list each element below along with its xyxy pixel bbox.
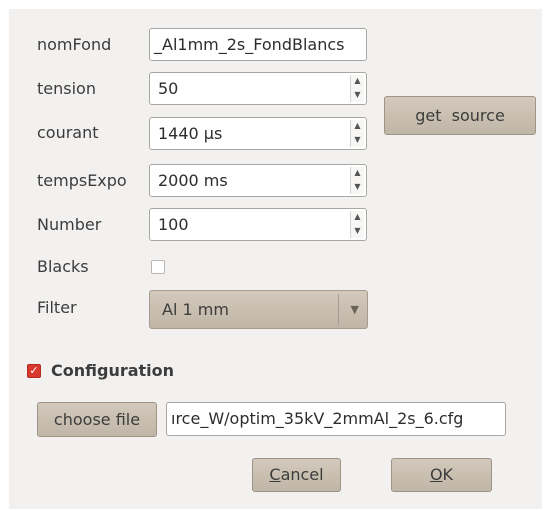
get-source-button[interactable]: get source bbox=[384, 96, 536, 135]
config-file-path-value: ırce_W/optim_35kV_2mmAl_2s_6.cfg bbox=[171, 409, 464, 428]
spin-down-icon[interactable]: ▼ bbox=[351, 181, 364, 195]
number-value: 100 bbox=[158, 215, 189, 234]
nomfond-value: _Al1mm_2s_FondBlancs bbox=[154, 35, 345, 54]
cancel-button[interactable]: Cancel bbox=[252, 458, 341, 492]
tempsexpo-spinbox[interactable]: 2000 ms ▲ ▼ bbox=[149, 164, 367, 197]
courant-spinbox[interactable]: 1440 µs ▲ ▼ bbox=[149, 117, 367, 150]
spin-up-icon[interactable]: ▲ bbox=[351, 75, 364, 89]
ok-button[interactable]: OK bbox=[391, 458, 492, 492]
nomfond-label: nomFond bbox=[37, 35, 112, 54]
nomfond-input[interactable]: _Al1mm_2s_FondBlancs bbox=[149, 28, 367, 61]
tension-value: 50 bbox=[158, 79, 179, 98]
tempsexpo-spin-buttons: ▲ ▼ bbox=[350, 167, 364, 194]
number-spin-buttons: ▲ ▼ bbox=[350, 211, 364, 238]
spin-up-icon[interactable]: ▲ bbox=[351, 120, 364, 134]
tempsexpo-value: 2000 ms bbox=[158, 171, 228, 190]
choose-file-label: choose file bbox=[53, 410, 141, 429]
spin-up-icon[interactable]: ▲ bbox=[351, 167, 364, 181]
configuration-label: Configuration bbox=[51, 361, 175, 380]
dropdown-separator bbox=[338, 294, 339, 325]
tension-spin-buttons: ▲ ▼ bbox=[350, 75, 364, 102]
filter-label: Filter bbox=[37, 298, 77, 317]
courant-value: 1440 µs bbox=[158, 124, 223, 143]
courant-label: courant bbox=[37, 123, 99, 142]
config-file-path-input[interactable]: ırce_W/optim_35kV_2mmAl_2s_6.cfg bbox=[166, 402, 506, 436]
filter-selected-value: Al 1 mm bbox=[162, 300, 229, 319]
blacks-label: Blacks bbox=[37, 257, 89, 276]
tension-spinbox[interactable]: 50 ▲ ▼ bbox=[149, 72, 367, 105]
courant-spin-buttons: ▲ ▼ bbox=[350, 120, 364, 147]
dialog: nomFond _Al1mm_2s_FondBlancs tension 50 … bbox=[9, 9, 542, 509]
spin-up-icon[interactable]: ▲ bbox=[351, 211, 364, 225]
spin-down-icon[interactable]: ▼ bbox=[351, 134, 364, 148]
blacks-checkbox[interactable] bbox=[151, 260, 165, 274]
cancel-label-rest: ancel bbox=[280, 465, 324, 484]
number-spinbox[interactable]: 100 ▲ ▼ bbox=[149, 208, 367, 241]
get-source-label: get source bbox=[415, 106, 505, 125]
number-label: Number bbox=[37, 215, 102, 234]
configuration-checkbox[interactable]: ✓ bbox=[27, 364, 41, 378]
chevron-down-icon: ▼ bbox=[350, 303, 359, 316]
filter-dropdown[interactable]: Al 1 mm ▼ bbox=[149, 290, 368, 329]
cancel-mnemonic: C bbox=[269, 465, 281, 484]
tension-label: tension bbox=[37, 79, 96, 98]
spin-down-icon[interactable]: ▼ bbox=[351, 225, 364, 239]
spin-down-icon[interactable]: ▼ bbox=[351, 89, 364, 103]
check-icon: ✓ bbox=[29, 364, 39, 377]
tempsexpo-label: tempsExpo bbox=[37, 171, 127, 190]
choose-file-button[interactable]: choose file bbox=[37, 402, 157, 437]
ok-label-rest: K bbox=[442, 465, 454, 484]
ok-mnemonic: O bbox=[429, 465, 443, 484]
